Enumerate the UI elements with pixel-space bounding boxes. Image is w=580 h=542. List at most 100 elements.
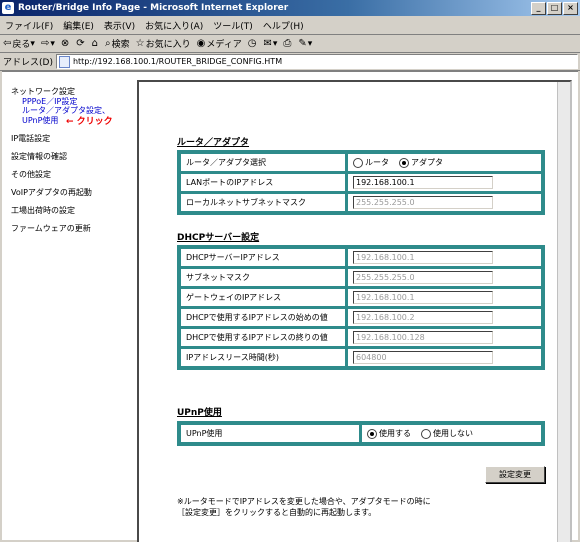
table-row: DHCPサーバーIPアドレス 192.168.100.1 — [180, 248, 542, 267]
home-icon: ⌂ — [91, 38, 98, 49]
dhcp-subnet-cell: 255.255.255.0 — [347, 268, 542, 287]
dhcp-start-label: DHCPで使用するIPアドレスの始めの値 — [180, 308, 346, 327]
page-viewport: ネットワーク設定 PPPoE／IP設定 ルータ／アダプタ設定、 UPnP使用 ←… — [2, 71, 578, 542]
menu-tools[interactable]: ツール(T) — [208, 19, 258, 32]
search-button[interactable]: ⌕ 検索 — [102, 37, 133, 50]
radio-upnp-use[interactable]: 使用する — [367, 428, 411, 439]
subnet-cell: 255.255.255.0 — [347, 193, 542, 212]
table-row: ルータ／アダプタ選択 ルータ アダプタ — [180, 153, 542, 172]
dhcp-end-cell: 192.168.100.128 — [347, 328, 542, 347]
note-line-2: ［設定変更］をクリックすると自動的に再起動します。 — [177, 508, 377, 517]
radio-adapter-dot — [399, 157, 409, 168]
section-router-adapter-title: ルータ／アダプタ — [177, 138, 250, 148]
favorites-button[interactable]: ☆ お気に入り — [133, 37, 194, 50]
favorites-icon: ☆ — [135, 38, 145, 49]
print-button[interactable]: ⎙ — [280, 38, 295, 49]
dhcp-server-ip-input[interactable]: 192.168.100.1 — [353, 251, 493, 264]
ie-icon: e — [2, 2, 14, 14]
table-row: DHCPで使用するIPアドレスの終りの値 192.168.100.128 — [180, 328, 542, 347]
refresh-button[interactable]: ⟳ — [73, 38, 88, 49]
favorites-label: お気に入り — [145, 40, 191, 50]
mode-select-cell: ルータ アダプタ — [347, 153, 542, 172]
menu-view[interactable]: 表示(V) — [99, 19, 140, 32]
radio-router-dot — [353, 157, 363, 168]
radio-adapter[interactable]: アダプタ — [399, 157, 443, 168]
edit-icon: ✎ — [298, 38, 307, 49]
dhcp-end-label: DHCPで使用するIPアドレスの終りの値 — [180, 328, 346, 347]
nav-firmware-update[interactable]: ファームウェアの更新 — [11, 223, 91, 234]
dhcp-end-input[interactable]: 192.168.100.128 — [353, 331, 493, 344]
lan-ip-cell: 192.168.100.1 — [347, 173, 542, 192]
address-url: http://192.168.100.1/ROUTER_BRIDGE_CONFI… — [72, 57, 283, 66]
dhcp-table: DHCPサーバーIPアドレス 192.168.100.1 サブネットマスク 25… — [177, 245, 545, 370]
dhcp-server-ip-cell: 192.168.100.1 — [347, 248, 542, 267]
table-row: LANポートのIPアドレス 192.168.100.1 — [180, 173, 542, 192]
nav-voip-restart[interactable]: VoIPアダプタの再起動 — [11, 187, 92, 198]
address-input[interactable]: http://192.168.100.1/ROUTER_BRIDGE_CONFI… — [55, 54, 578, 69]
gateway-ip-cell: 192.168.100.1 — [347, 288, 542, 307]
restart-note: ※ルータモードでIPアドレスを変更した場合や、アダプタモードの時に ［設定変更］… — [177, 496, 431, 518]
minimize-button[interactable]: _ — [531, 2, 546, 15]
table-row: ローカルネットサブネットマスク 255.255.255.0 — [180, 193, 542, 212]
menu-help[interactable]: ヘルプ(H) — [258, 19, 309, 32]
menu-edit[interactable]: 編集(E) — [58, 19, 99, 32]
mail-icon: ✉ — [263, 38, 272, 49]
apply-settings-button[interactable]: 設定変更 — [485, 466, 545, 483]
print-icon: ⎙ — [283, 38, 292, 49]
toolbar: ⇦ 戻る ▾ ⇨ ▾ ⊗ ⟳ ⌂ ⌕ 検索 ☆ お気に入り ◉ メディア ◷ ✉ ▾ ⎙ ✎ ▾ — [0, 35, 580, 53]
lease-time-input[interactable]: 604800 — [353, 351, 493, 364]
gateway-ip-input[interactable]: 192.168.100.1 — [353, 291, 493, 304]
table-row: サブネットマスク 255.255.255.0 — [180, 268, 542, 287]
section-upnp-title: UPnP使用 — [177, 408, 222, 418]
frame-scrollbar[interactable] — [557, 82, 570, 542]
lan-ip-input[interactable]: 192.168.100.1 — [353, 176, 493, 189]
click-annotation: ← クリック — [66, 117, 113, 127]
search-label: 検索 — [111, 40, 130, 50]
table-row: IPアドレスリース時間(秒) 604800 — [180, 348, 542, 367]
upnp-label: UPnP使用 — [180, 424, 360, 443]
nav-upnp[interactable]: UPnP使用 — [22, 115, 58, 126]
address-label: アドレス(D) — [3, 58, 53, 68]
nav-other-settings[interactable]: その他設定 — [11, 169, 51, 180]
dhcp-start-cell: 192.168.100.2 — [347, 308, 542, 327]
radio-router[interactable]: ルータ — [353, 157, 389, 168]
table-row: UPnP使用 使用する 使用しない — [180, 424, 542, 443]
lease-time-cell: 604800 — [347, 348, 542, 367]
radio-adapter-label: アダプタ — [411, 158, 443, 167]
radio-upnp-nouse-label: 使用しない — [433, 429, 473, 438]
close-button[interactable]: × — [563, 2, 578, 15]
stop-button[interactable]: ⊗ — [58, 38, 73, 49]
radio-upnp-nouse-dot — [421, 428, 431, 439]
radio-upnp-use-label: 使用する — [379, 429, 411, 438]
router-adapter-table: ルータ／アダプタ選択 ルータ アダプタ LANポートのIPアドレス 192.16… — [177, 150, 545, 215]
back-button[interactable]: ⇦ 戻る ▾ — [0, 37, 38, 50]
media-button[interactable]: ◉ メディア — [194, 37, 245, 50]
window-controls: _ □ × — [531, 2, 578, 15]
mail-button[interactable]: ✉ ▾ — [260, 38, 280, 49]
back-arrow-icon: ⇦ — [3, 38, 12, 49]
table-row: DHCPで使用するIPアドレスの始めの値 192.168.100.2 — [180, 308, 542, 327]
radio-upnp-nouse[interactable]: 使用しない — [421, 428, 473, 439]
page-icon — [58, 55, 70, 68]
nav-confirm-settings[interactable]: 設定情報の確認 — [11, 151, 67, 162]
subnet-input[interactable]: 255.255.255.0 — [353, 196, 493, 209]
nav-factory-reset[interactable]: 工場出荷時の設定 — [11, 205, 75, 216]
dhcp-start-input[interactable]: 192.168.100.2 — [353, 311, 493, 324]
home-button[interactable]: ⌂ — [89, 38, 102, 49]
menu-file[interactable]: ファイル(F) — [0, 19, 58, 32]
history-button[interactable]: ◷ — [245, 38, 261, 49]
refresh-icon: ⟳ — [76, 38, 85, 49]
radio-upnp-use-dot — [367, 428, 377, 439]
menu-favorites[interactable]: お気に入り(A) — [140, 19, 208, 32]
edit-button[interactable]: ✎ ▾ — [295, 38, 315, 49]
table-row: ゲートウェイのIPアドレス 192.168.100.1 — [180, 288, 542, 307]
dhcp-subnet-input[interactable]: 255.255.255.0 — [353, 271, 493, 284]
window-title: Router/Bridge Info Page - Microsoft Inte… — [18, 3, 289, 13]
forward-button[interactable]: ⇨ ▾ — [38, 38, 58, 49]
maximize-button[interactable]: □ — [547, 2, 562, 15]
lease-time-label: IPアドレスリース時間(秒) — [180, 348, 346, 367]
media-label: メディア — [206, 40, 242, 50]
upnp-table: UPnP使用 使用する 使用しない — [177, 421, 545, 446]
nav-ip-phone[interactable]: IP電話設定 — [11, 133, 50, 144]
dhcp-server-ip-label: DHCPサーバーIPアドレス — [180, 248, 346, 267]
